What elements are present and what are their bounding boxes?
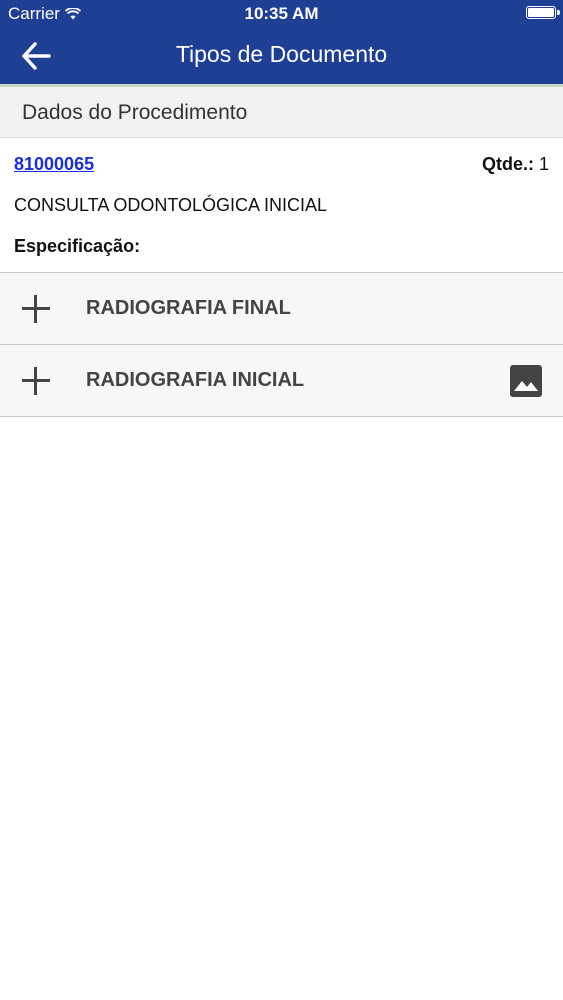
- section-title: Dados do Procedimento: [22, 101, 248, 124]
- status-time: 10:35 AM: [244, 4, 319, 23]
- procedure-code-link[interactable]: 81000065: [14, 154, 94, 175]
- status-bar: Carrier 10:35 AM: [0, 0, 563, 28]
- document-type-row-radiografia-inicial[interactable]: RADIOGRAFIA INICIAL: [0, 344, 563, 417]
- image-icon[interactable]: [509, 364, 543, 398]
- quantity-value: 1: [538, 154, 549, 174]
- battery-tip: [557, 10, 560, 15]
- plus-icon[interactable]: [22, 367, 50, 395]
- document-type-label: RADIOGRAFIA INICIAL: [86, 369, 305, 391]
- specification-label: Especificação:: [14, 236, 141, 256]
- plus-icon[interactable]: [22, 295, 50, 323]
- quantity-label: Qtde.:: [481, 154, 534, 174]
- section-header: Dados do Procedimento: [0, 87, 563, 138]
- page-title: Tipos de Documento: [175, 41, 388, 67]
- quantity: Qtde.: 1: [482, 154, 549, 175]
- document-type-row-radiografia-final[interactable]: RADIOGRAFIA FINAL: [0, 272, 563, 344]
- document-type-label: RADIOGRAFIA FINAL: [86, 297, 291, 319]
- procedure-description: CONSULTA ODONTOLÓGICA INICIAL: [14, 195, 328, 215]
- battery-icon: [526, 6, 556, 19]
